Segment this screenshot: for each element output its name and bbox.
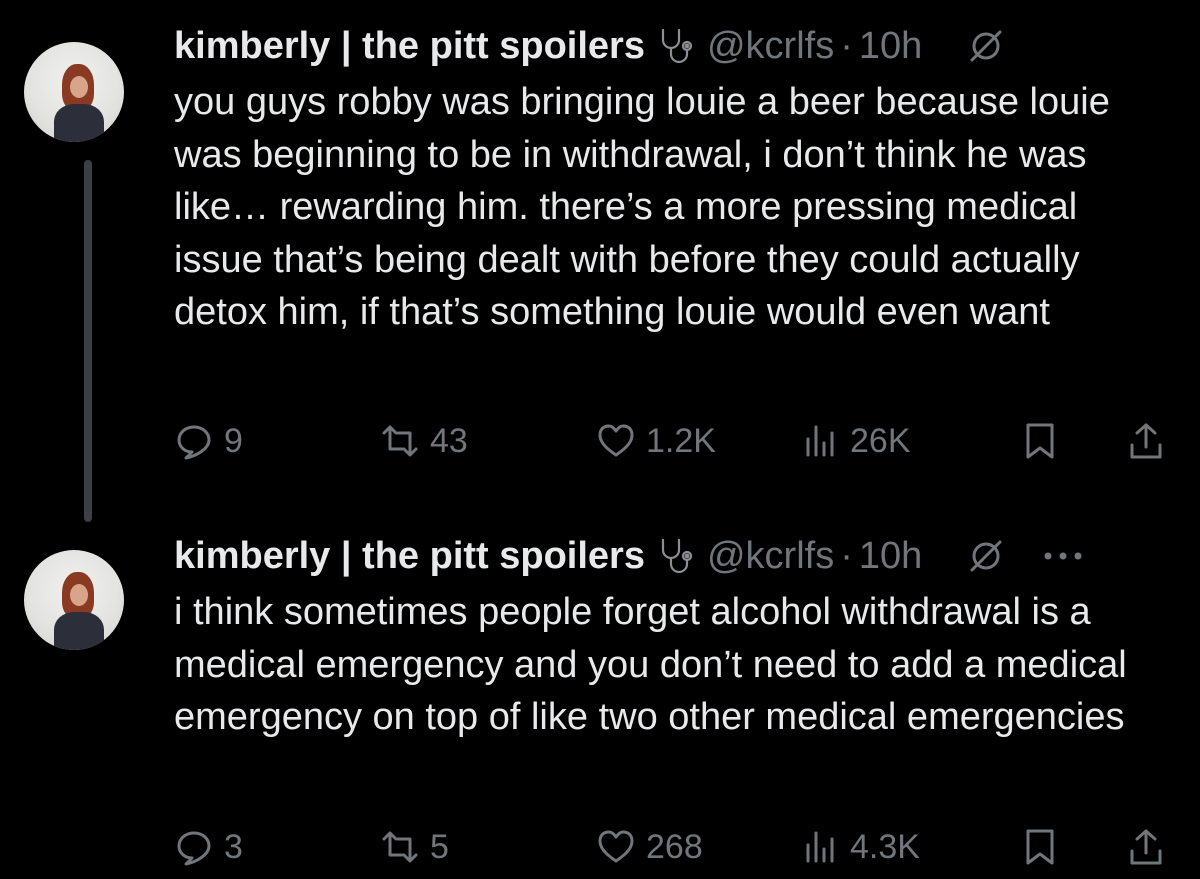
views-button[interactable]: 26K — [800, 416, 911, 466]
more-icon[interactable] — [1040, 546, 1086, 566]
reply-icon — [177, 831, 211, 866]
heart-icon — [598, 830, 634, 863]
thread-line — [84, 160, 92, 522]
heart-icon — [598, 424, 634, 457]
repost-button[interactable]: 5 — [380, 822, 449, 872]
separator-dot: · — [840, 535, 853, 577]
repost-count: 43 — [430, 421, 468, 460]
grok-icon[interactable] — [966, 26, 1006, 66]
repost-icon — [382, 425, 418, 457]
reply-icon — [177, 425, 211, 460]
reply-count: 3 — [224, 827, 243, 866]
views-icon — [806, 831, 834, 863]
bookmark-icon[interactable] — [1020, 827, 1060, 867]
handle[interactable]: @kcrlfs — [707, 534, 834, 578]
action-bar: 3 5 268 4.3K — [0, 822, 1200, 872]
repost-button[interactable]: 43 — [380, 416, 468, 466]
like-count: 268 — [646, 827, 703, 866]
bookmark-icon[interactable] — [1020, 421, 1060, 461]
display-name[interactable]: kimberly | the pitt spoilers — [174, 534, 645, 578]
handle[interactable]: @kcrlfs — [707, 24, 834, 68]
like-count: 1.2K — [646, 421, 716, 460]
timestamp[interactable]: 10h — [859, 534, 922, 578]
share-icon[interactable] — [1126, 421, 1166, 461]
avatar[interactable] — [24, 550, 124, 650]
tweet-header: kimberly | the pitt spoilers @kcrlfs · 1… — [174, 534, 1086, 578]
views-button[interactable]: 4.3K — [800, 822, 920, 872]
separator-dot: · — [840, 25, 853, 67]
repost-count: 5 — [430, 827, 449, 866]
tweet[interactable]: kimberly | the pitt spoilers @kcrlfs · 1… — [0, 520, 1200, 879]
stethoscope-icon — [661, 28, 693, 64]
action-bar: 9 43 1.2K 26K — [0, 416, 1200, 466]
reply-count: 9 — [224, 421, 243, 460]
avatar[interactable] — [24, 42, 124, 142]
timestamp[interactable]: 10h — [859, 24, 922, 68]
tweet-header: kimberly | the pitt spoilers @kcrlfs · 1… — [174, 24, 1006, 68]
view-count: 26K — [850, 421, 911, 460]
tweet-text: i think sometimes people forget alcohol … — [174, 591, 1127, 738]
like-button[interactable]: 268 — [596, 822, 703, 872]
reply-button[interactable]: 3 — [174, 822, 243, 872]
like-button[interactable]: 1.2K — [596, 416, 716, 466]
view-count: 4.3K — [850, 827, 920, 866]
tweet[interactable]: kimberly | the pitt spoilers @kcrlfs · 1… — [0, 0, 1200, 522]
display-name[interactable]: kimberly | the pitt spoilers — [174, 24, 645, 68]
grok-icon[interactable] — [966, 536, 1006, 576]
views-icon — [806, 425, 834, 457]
stethoscope-icon — [661, 538, 693, 574]
tweet-text: you guys robby was bringing louie a beer… — [174, 81, 1110, 333]
reply-button[interactable]: 9 — [174, 416, 243, 466]
share-icon[interactable] — [1126, 827, 1166, 867]
repost-icon — [382, 831, 418, 863]
